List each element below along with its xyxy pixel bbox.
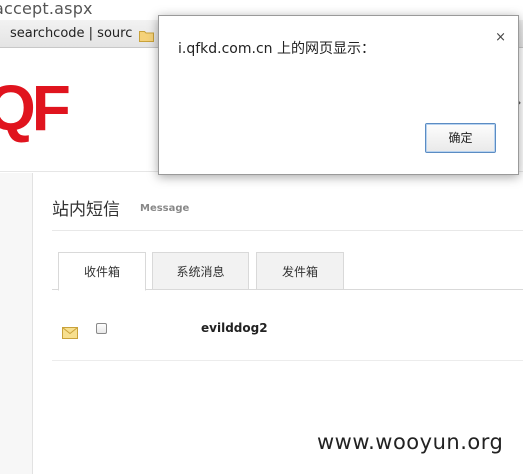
- message-checkbox[interactable]: [96, 323, 107, 334]
- address-bar-url[interactable]: accept.aspx: [0, 0, 93, 18]
- watermark: www.wooyun.org: [317, 430, 504, 454]
- bookmark-searchcode[interactable]: searchcode | sourc: [10, 26, 132, 41]
- tab-outbox-label: 发件箱: [281, 265, 318, 279]
- tab-system-messages[interactable]: 系统消息: [152, 252, 249, 290]
- tab-inbox[interactable]: 收件箱: [58, 252, 146, 291]
- left-sidebar: [0, 173, 33, 474]
- tab-outbox[interactable]: 发件箱: [256, 252, 344, 290]
- page-title: 站内短信: [52, 200, 120, 220]
- message-row[interactable]: evilddog2: [52, 311, 523, 361]
- message-sender[interactable]: evilddog2: [201, 321, 268, 335]
- ok-button[interactable]: 确定: [425, 123, 496, 153]
- alert-dialog-title: i.qfkd.com.cn 上的网页显示：: [178, 41, 375, 57]
- folder-icon[interactable]: [139, 27, 154, 42]
- message-tabs: 收件箱 系统消息 发件箱: [52, 250, 523, 291]
- page-title-row: 站内短信 Message: [52, 195, 523, 231]
- site-logo[interactable]: QF: [0, 76, 71, 140]
- page-subtitle: Message: [140, 203, 190, 214]
- tab-system-messages-label: 系统消息: [176, 265, 225, 279]
- close-icon[interactable]: ×: [495, 30, 506, 45]
- envelope-icon: [62, 324, 78, 339]
- message-panel: 站内短信 Message 收件箱 系统消息 发件箱 evilddog2: [52, 173, 523, 474]
- tab-inbox-label: 收件箱: [83, 265, 120, 279]
- alert-dialog: i.qfkd.com.cn 上的网页显示： × 确定: [158, 15, 519, 175]
